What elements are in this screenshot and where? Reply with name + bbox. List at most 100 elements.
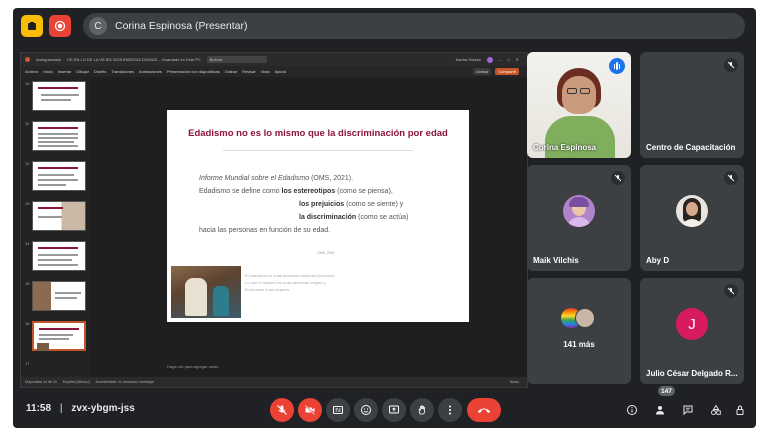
- powerpoint-title-bar: Autoguardado CE EN LO DE LA VEJEZ 2025 E…: [21, 53, 527, 66]
- menu-item[interactable]: Inicio: [43, 69, 52, 74]
- window-title: CE EN LO DE LA VEJEZ 2025 ENERGIA DIGNAS…: [67, 57, 201, 62]
- slide-note-line: Lo que el racismo es a las personas negr…: [245, 280, 326, 285]
- participant-name: Julio César Delgado R...: [646, 369, 738, 378]
- participant-name: Aby D: [646, 256, 670, 265]
- menu-item[interactable]: Vista: [261, 69, 270, 74]
- menu-item[interactable]: Diseño: [94, 69, 106, 74]
- participant-tile-centro[interactable]: Centro de Capacitación: [640, 52, 744, 158]
- thumb-number: 10: [25, 81, 30, 86]
- slide-line: Edadismo se define como: [199, 188, 282, 195]
- participant-initial-avatar: J: [676, 308, 708, 340]
- participant-avatar: [676, 195, 708, 227]
- separator: |: [59, 403, 63, 414]
- participant-name: Corina Espinosa: [533, 143, 597, 152]
- slide-counter: Diapositiva 14 de 24: [25, 380, 57, 384]
- menu-item[interactable]: Insertar: [58, 69, 72, 74]
- thumbnail-row[interactable]: 12: [25, 161, 89, 195]
- slide-thumbnail[interactable]: [32, 81, 86, 111]
- participant-tile-julio[interactable]: J Julio César Delgado R...: [640, 278, 744, 384]
- meet-window: C Corina Espinosa (Presentar) Autoguarda…: [13, 8, 756, 428]
- menu-item[interactable]: Dibujar: [76, 69, 89, 74]
- recording-icon[interactable]: [49, 15, 71, 37]
- participant-name: Centro de Capacitación: [646, 143, 736, 152]
- current-slide[interactable]: Edadismo no es lo mismo que la discrimin…: [167, 110, 469, 322]
- slide-bold-text: la discriminación: [299, 214, 357, 221]
- autosave-label: Autoguardado: [36, 57, 62, 62]
- mic-off-icon: [611, 171, 625, 185]
- record-button[interactable]: Grabar: [472, 68, 492, 75]
- notes-placeholder[interactable]: Haga clic para agregar notas: [167, 364, 218, 369]
- present-screen-button[interactable]: [382, 398, 406, 422]
- thumbnail-row[interactable]: 14: [25, 241, 89, 275]
- slide-photo: [171, 266, 241, 318]
- meeting-details-button[interactable]: [622, 400, 642, 420]
- thumbnail-row[interactable]: 15: [25, 281, 89, 315]
- menu-item[interactable]: Revisar: [242, 69, 256, 74]
- user-avatar: [486, 56, 493, 63]
- close-icon[interactable]: ✕: [516, 57, 519, 62]
- slide-editor: Edadismo no es lo mismo que la discrimin…: [91, 77, 527, 377]
- host-controls-button[interactable]: [730, 400, 750, 420]
- language-status: Español (México): [62, 380, 90, 384]
- top-bar: C Corina Espinosa (Presentar): [13, 8, 756, 44]
- hand-raise-notification-icon[interactable]: [21, 15, 43, 37]
- search-box[interactable]: Buscar: [206, 56, 267, 63]
- powerpoint-menu: Archivo Inicio Insertar Dibujar Diseño T…: [21, 66, 527, 77]
- participant-tile-more[interactable]: 141 más: [527, 278, 631, 384]
- emoji-reaction-button[interactable]: [354, 398, 378, 422]
- powerpoint-logo-icon: [25, 57, 30, 62]
- participant-tile-corina[interactable]: Corina Espinosa: [527, 52, 631, 158]
- notes-toggle[interactable]: Notas: [510, 380, 519, 384]
- slide-small-text: El edadismo es a las personas mayores (J…: [245, 272, 335, 293]
- thumbnail-row[interactable]: 10: [25, 81, 89, 115]
- activities-button[interactable]: [706, 400, 726, 420]
- slide-bold-text: los estereotipos: [281, 188, 336, 195]
- people-button[interactable]: [650, 400, 670, 420]
- accessibility-status[interactable]: Accesibilidad: es necesario investigar: [96, 380, 154, 384]
- share-button[interactable]: Compartir: [495, 68, 519, 75]
- menu-item[interactable]: Grabar: [225, 69, 237, 74]
- participant-tile-aby[interactable]: Aby D: [640, 165, 744, 271]
- slide-thumbnail[interactable]: [32, 161, 86, 191]
- thumbnail-row[interactable]: 16: [25, 321, 89, 355]
- captions-button[interactable]: [326, 398, 350, 422]
- menu-item[interactable]: Presentación con diapositivas: [167, 69, 220, 74]
- thumb-number: 16: [25, 321, 30, 326]
- menu-item[interactable]: Ayuda: [275, 69, 286, 74]
- menu-item[interactable]: Transiciones: [111, 69, 134, 74]
- thumb-number: 11: [25, 121, 30, 126]
- slide-thumbnail-selected[interactable]: [32, 321, 86, 351]
- slide-thumbnail[interactable]: [32, 241, 86, 271]
- minimize-icon[interactable]: –: [499, 57, 501, 62]
- presenter-banner[interactable]: C Corina Espinosa (Presentar): [83, 13, 745, 39]
- mic-off-button[interactable]: [270, 398, 294, 422]
- user-name: Karina Suarez: [455, 57, 481, 62]
- leave-call-button[interactable]: [467, 398, 501, 422]
- participant-tile-maik[interactable]: Maik Vilchis: [527, 165, 631, 271]
- slide-thumbnail[interactable]: [32, 201, 86, 231]
- meeting-info: 11:58 | zvx-ybgm-jss: [26, 403, 135, 414]
- chat-button[interactable]: [678, 400, 698, 420]
- slide-note-line: El sexismo a las mujeres: [245, 287, 290, 292]
- slide-thumbnail[interactable]: [32, 121, 86, 151]
- speaking-indicator-icon: [609, 58, 625, 74]
- slide-thumbnails: 10 11 12 13 14 15 16 17: [21, 77, 91, 377]
- slide-line: (como se siente) y: [344, 201, 404, 208]
- mic-off-icon: [724, 284, 738, 298]
- thumb-number: 13: [25, 201, 30, 206]
- camera-off-button[interactable]: [298, 398, 322, 422]
- participant-avatar-stack: [575, 308, 595, 328]
- slide-thumbnail[interactable]: [32, 281, 86, 311]
- thumbnail-row[interactable]: 13: [25, 201, 89, 235]
- shared-screen: Autoguardado CE EN LO DE LA VEJEZ 2025 E…: [20, 52, 528, 388]
- more-participants-label: 141 más: [563, 340, 595, 349]
- mic-off-icon: [724, 171, 738, 185]
- slide-divider: [223, 150, 413, 151]
- menu-item[interactable]: Animaciones: [139, 69, 162, 74]
- maximize-icon[interactable]: □: [507, 57, 509, 62]
- raise-hand-button[interactable]: [410, 398, 434, 422]
- thumbnail-row[interactable]: 11: [25, 121, 89, 155]
- more-options-button[interactable]: [438, 398, 462, 422]
- menu-item[interactable]: Archivo: [25, 69, 38, 74]
- meeting-code: zvx-ybgm-jss: [71, 403, 135, 414]
